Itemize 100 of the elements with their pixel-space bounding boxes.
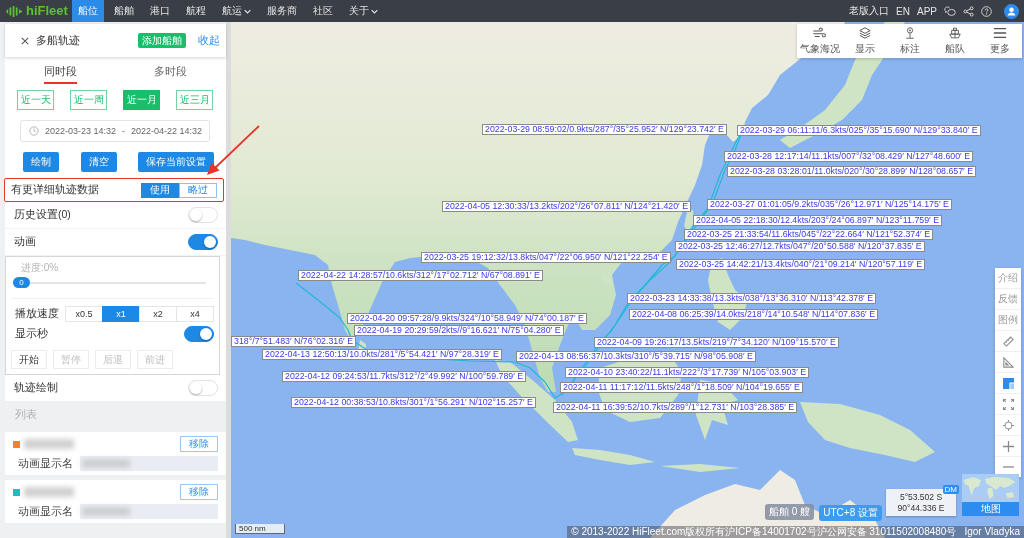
track-label: 2022-03-25 19:12:32/13.8kts/047°/22°06.950′ N/121°22.254′ E	[421, 252, 671, 263]
share-icon[interactable]	[963, 5, 974, 17]
action-button[interactable]: 清空	[80, 152, 117, 172]
range-button[interactable]: 近一周	[70, 90, 107, 110]
scrollbar[interactable]	[226, 22, 231, 538]
format-badge[interactable]: DM	[942, 485, 959, 494]
side-tool-button[interactable]: 反馈	[995, 289, 1021, 310]
segment-button[interactable]: 略过	[179, 182, 217, 198]
track-label: 2022-04-13 12:50:13/10.0kts/281°/5°54.421′ N/97°28.319′ E	[262, 349, 502, 360]
nav-tab[interactable]: 航运	[216, 0, 257, 22]
setting-label: 历史设置(0)	[14, 208, 71, 222]
list-title: 列表	[14, 407, 38, 422]
tab[interactable]: 多时段	[154, 60, 188, 84]
range-button[interactable]: 近一月	[123, 90, 160, 110]
ship-icon	[947, 27, 962, 39]
timezone-button[interactable]: UTC+8 设置	[819, 505, 882, 521]
date-range-field[interactable]: 2022-03-23 14:32 - 2022-04-22 14:32	[20, 120, 210, 142]
track-label: 2022-04-08 06:25:39/14.0kts/218°/14°10.548′ N/114°07.836′ E	[629, 309, 879, 320]
input-field[interactable]	[80, 456, 218, 471]
slider-track[interactable]: 0	[13, 277, 206, 288]
side-tool-button[interactable]: 图例	[995, 310, 1021, 331]
speed-option[interactable]: x4	[176, 306, 214, 322]
nav-tab[interactable]: 港口	[144, 0, 176, 22]
locate-icon[interactable]	[1002, 419, 1014, 431]
map-type-button[interactable]: 地图	[962, 502, 1019, 516]
setting-label: 动画	[14, 235, 36, 249]
nav-link[interactable]: APP	[917, 5, 937, 17]
nav-tab[interactable]: 船舶	[108, 0, 140, 22]
action-button[interactable]: 保存当前设置	[138, 152, 214, 172]
longitude-text: 90°44.336 E	[897, 502, 945, 514]
menu-icon	[992, 27, 1007, 39]
zoom-in-icon[interactable]	[1002, 440, 1014, 452]
track-label: 2022-03-28 03:28:01/11.0kts/020°/30°28.899′ N/128°08.657′ E	[727, 166, 977, 177]
side-tool-button[interactable]: 介绍	[995, 268, 1021, 289]
field-label: 动画显示名	[17, 456, 74, 471]
toggle-switch[interactable]	[188, 234, 218, 250]
action-button[interactable]: 绘制	[23, 152, 59, 172]
nav-tab[interactable]: 社区	[307, 0, 339, 22]
toolbar-button[interactable]: 气象海况	[797, 27, 842, 56]
segment-button[interactable]: 使用	[141, 182, 179, 198]
remove-button[interactable]: 移除	[180, 484, 218, 500]
panel-title: 多船轨迹	[36, 33, 81, 48]
track-label: 2022-03-27 01:01:05/9.2kts/035°/26°12.971′ N/125°14.175′ E	[707, 199, 952, 210]
logo-icon[interactable]	[5, 4, 23, 18]
chat-icon[interactable]	[944, 5, 956, 17]
toolbar-button[interactable]: 船队	[932, 27, 977, 56]
ruler-icon[interactable]	[1002, 335, 1014, 347]
help-icon[interactable]	[981, 5, 992, 17]
setting-label: 显示秒	[15, 327, 48, 341]
field-label: 动画显示名	[17, 504, 74, 519]
track-label: 2022-03-25 12:46:27/12.7kts/047°/20°50.588′ N/120°37.835′ E	[675, 241, 925, 252]
clock-icon	[29, 126, 39, 136]
nav-tab[interactable]: 关于	[343, 0, 384, 22]
avatar-icon[interactable]	[1004, 3, 1019, 19]
add-vessel-button[interactable]: 添加船舶	[138, 33, 186, 48]
track-label: 2022-04-05 22:18:30/12.4kts/203°/24°06.897′ N/123°11.759′ E	[693, 215, 943, 226]
date-separator: -	[122, 126, 126, 136]
logo-text[interactable]: hiFleet	[26, 4, 68, 18]
nav-link[interactable]: EN	[896, 5, 910, 17]
track-label: 2022-03-29 06:11:11/6.3kts/025°/35°15.690′ N/129°33.840′ E	[737, 125, 981, 136]
nav-tab[interactable]: 航程	[180, 0, 212, 22]
track-label: 2022-03-29 08:59:02/0.9kts/287°/35°25.952′ N/129°23.742′ E	[482, 124, 727, 135]
track-label: 2022-04-10 23:40:22/11.1kts/222°/3°17.739′ N/105°03.903′ E	[565, 367, 810, 378]
slider-thumb[interactable]: 0	[13, 277, 30, 288]
speed-option[interactable]: x0.5	[65, 306, 103, 322]
wind-icon	[812, 27, 827, 39]
layers-icon	[857, 27, 872, 39]
speed-option[interactable]: x2	[139, 306, 177, 322]
blurred-block	[24, 487, 74, 497]
track-label: 2022-04-13 08:56:37/10.3kts/310°/5°39.715′ N/98°05.908′ E	[516, 351, 756, 362]
playback-button[interactable]: 开始	[11, 350, 47, 369]
toggle-switch[interactable]	[184, 326, 214, 342]
expand-icon[interactable]	[1002, 398, 1014, 410]
toolbar-button[interactable]: 更多	[977, 27, 1022, 56]
latitude-text: 5°53.502 S	[899, 491, 943, 503]
vessel-count: 船舶 0 艘	[764, 504, 814, 520]
date-input[interactable]: 2022-04-22 14:32	[131, 126, 203, 136]
toolbar-button[interactable]: 显示	[842, 27, 887, 56]
collapse-link[interactable]: 收起	[198, 33, 220, 48]
input-field[interactable]	[80, 504, 218, 519]
blurred-block	[24, 439, 74, 449]
nav-tab[interactable]: 服务商	[261, 0, 303, 22]
remove-button[interactable]: 移除	[180, 436, 218, 452]
panel-icon[interactable]	[1002, 377, 1014, 389]
copyright-text: © 2013-2022 HiFleet.com版权所有沪ICP备14001702号沪公网安备 31011502008480号	[571, 526, 957, 538]
track-label: 2022-04-05 12:30:33/13.2kts/202°/26°07.811′ N/124°21.420′ E	[442, 201, 692, 212]
tab[interactable]: 同时段	[43, 60, 77, 84]
track-label: 2022-03-25 21:33:54/11.6kts/045°/22°22.664′ N/121°52.374′ E	[684, 229, 934, 240]
scale-bar: 500 nm	[235, 524, 285, 534]
range-button[interactable]: 近一天	[17, 90, 54, 110]
toolbar-button[interactable]: 标注	[887, 27, 932, 56]
nav-link[interactable]: 老版入口	[849, 4, 890, 18]
attribution-text: Igor Vladyka	[964, 526, 1020, 538]
date-input[interactable]: 2022-03-23 14:32	[45, 126, 117, 136]
range-button[interactable]: 近三月	[176, 90, 213, 110]
track-label: 2022-04-12 09:24:53/11.7kts/312°/2°49.992′ N/100°59.789′ E	[282, 371, 527, 382]
track-label: 2022-03-23 14:33:38/13.3kts/038°/13°36.310′ N/113°42.378′ E	[627, 293, 877, 304]
speed-option[interactable]: x1	[102, 306, 140, 322]
nav-tab[interactable]: 船位	[72, 0, 104, 22]
close-icon[interactable]	[21, 36, 29, 45]
